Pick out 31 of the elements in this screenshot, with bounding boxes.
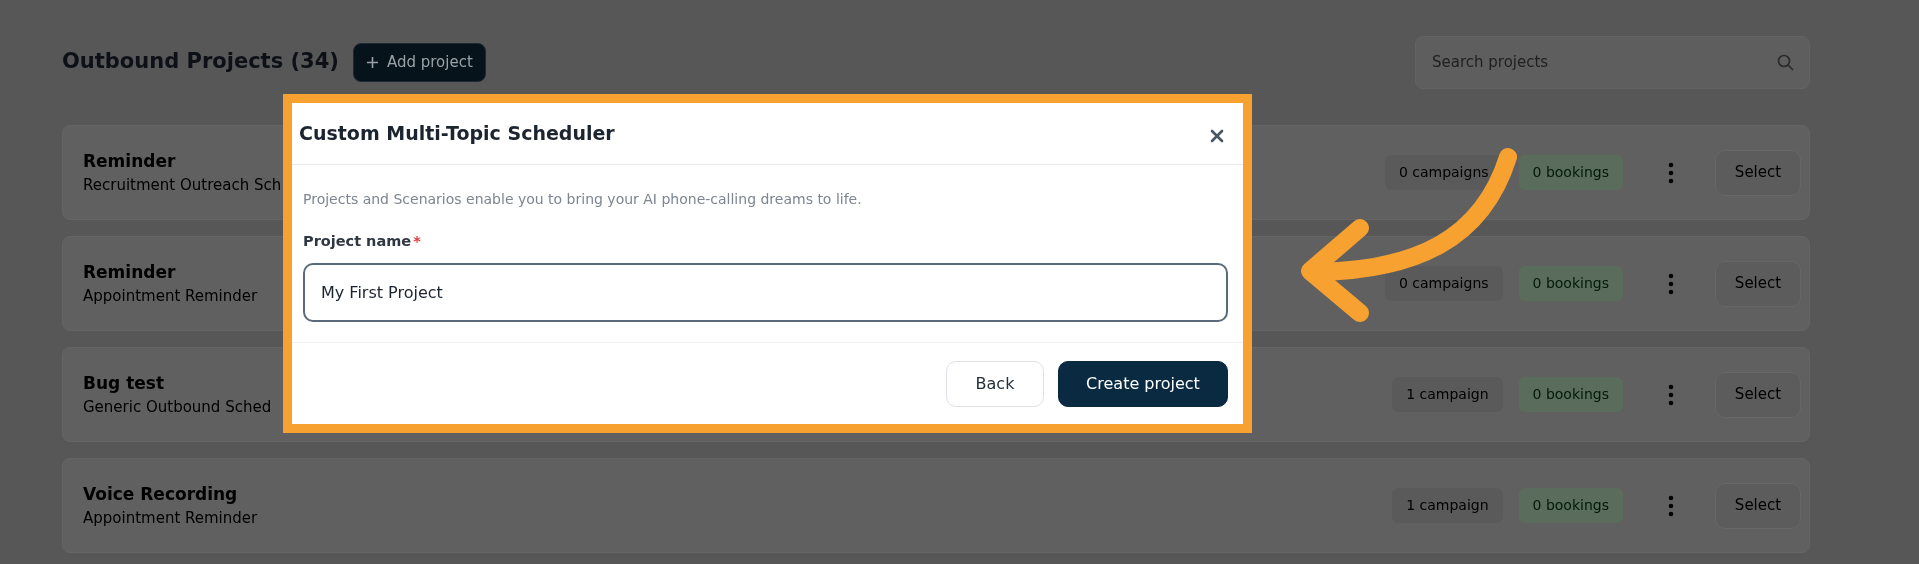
- field-label: Project name*: [303, 232, 422, 251]
- project-name: Voice Recording: [83, 482, 238, 506]
- more-icon[interactable]: [1667, 161, 1675, 184]
- campaign-count: 1 campaign: [1392, 377, 1503, 412]
- project-template: Appointment Reminder: [83, 508, 258, 529]
- booking-count: 0 bookings: [1518, 488, 1623, 523]
- search-field[interactable]: Search projects: [1415, 35, 1810, 89]
- project-template: Recruitment Outreach Sch: [83, 175, 282, 196]
- project-name: Bug test: [83, 371, 165, 395]
- close-icon: [1210, 129, 1224, 143]
- create-project-button[interactable]: Create project: [1058, 360, 1228, 407]
- booking-count: 0 bookings: [1518, 155, 1623, 190]
- campaign-count: 1 campaign: [1392, 488, 1503, 523]
- project-template: Appointment Reminder: [83, 286, 258, 307]
- booking-count: 0 bookings: [1518, 266, 1623, 301]
- dialog-title: Custom Multi-Topic Scheduler: [299, 122, 615, 145]
- project-name-field[interactable]: My First Project: [303, 262, 1228, 322]
- project-name: Reminder: [83, 149, 176, 173]
- more-icon[interactable]: [1667, 494, 1675, 517]
- booking-count: 0 bookings: [1518, 377, 1623, 412]
- back-button[interactable]: Back: [946, 360, 1044, 407]
- dialog-description: Projects and Scenarios enable you to bring your AI phone-calling dreams to life.: [303, 190, 863, 209]
- plus-icon: [365, 55, 379, 69]
- project-name: Reminder: [83, 260, 176, 284]
- page-title: Outbound Projects (34): [62, 49, 339, 75]
- campaign-count: 0 campaigns: [1384, 266, 1503, 301]
- search-icon: [1777, 53, 1794, 71]
- more-icon[interactable]: [1667, 272, 1675, 295]
- add-project-button[interactable]: Add project: [352, 42, 486, 82]
- more-icon[interactable]: [1667, 383, 1675, 406]
- project-template: Generic Outbound Sched: [83, 397, 272, 418]
